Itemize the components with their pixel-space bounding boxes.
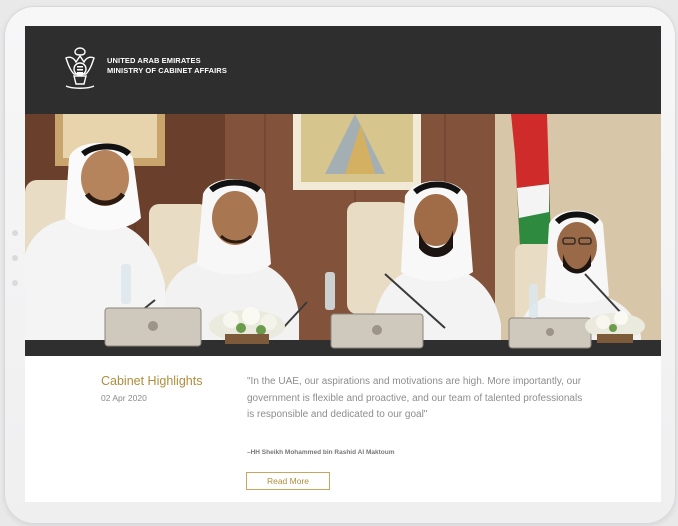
highlight-date: 02 Apr 2020 (101, 393, 147, 403)
highlight-quote: "In the UAE, our aspirations and motivat… (247, 376, 583, 420)
uae-emblem-icon (65, 47, 95, 89)
highlight-section: Cabinet Highlights 02 Apr 2020 "In the U… (25, 356, 661, 502)
tablet-screen: UNITED ARAB EMIRATES MINISTRY OF CABINET… (25, 26, 661, 502)
country-name: UNITED ARAB EMIRATES (107, 56, 201, 65)
ministry-name: UNITED ARAB EMIRATES MINISTRY OF CABINET… (107, 56, 227, 76)
quote-attribution: –HH Sheikh Mohammed bin Rashid Al Maktou… (247, 449, 395, 456)
side-button (12, 255, 18, 261)
side-button (12, 230, 18, 236)
site-header: UNITED ARAB EMIRATES MINISTRY OF CABINET… (25, 26, 661, 114)
ministry-title: MINISTRY OF CABINET AFFAIRS (107, 66, 227, 75)
cabinet-photo (25, 114, 661, 356)
side-button (12, 280, 18, 286)
highlight-title: Cabinet Highlights (101, 374, 203, 388)
read-more-button[interactable]: Read More (246, 472, 330, 490)
